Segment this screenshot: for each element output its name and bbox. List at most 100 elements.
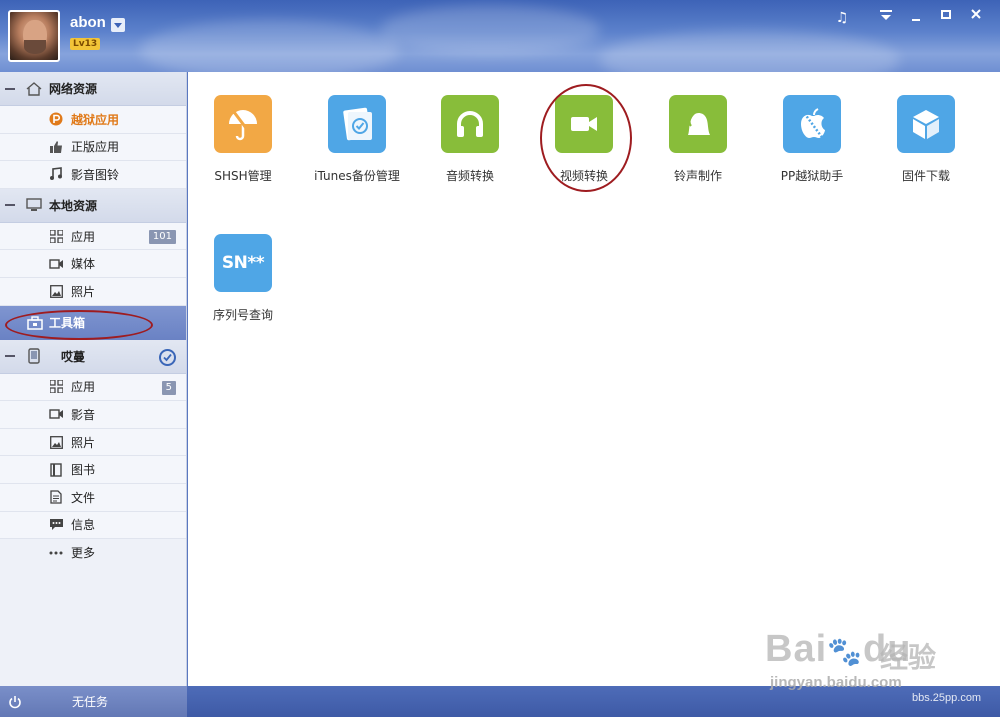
sidebar-item-label: 照片 xyxy=(71,284,96,299)
title-bar: abon Lv13 ♫ xyxy=(0,0,1000,72)
sidebar-item-device-more[interactable]: 更多 xyxy=(0,539,186,567)
collapse-icon[interactable] xyxy=(5,204,15,207)
level-badge: Lv13 xyxy=(70,38,101,50)
tool-label: 音频转换 xyxy=(445,169,494,183)
watermark-url: jingyan.baidu.com xyxy=(770,674,902,691)
user-dropdown-icon[interactable] xyxy=(111,18,125,32)
group-label: 本地资源 xyxy=(49,198,98,213)
tool-label: 序列号查询 xyxy=(212,308,273,322)
sidebar-item-official-apps[interactable]: 正版应用 xyxy=(0,133,186,162)
minimize-icon[interactable] xyxy=(906,8,926,28)
toolbox-icon xyxy=(27,315,43,330)
toolbox-panel: SHSH管理 iTunes备份管理 音频转换 视频转换 铃声制作 PP越狱助手 xyxy=(188,72,1000,686)
power-icon[interactable] xyxy=(8,695,22,709)
photo-icon xyxy=(48,284,64,298)
tool-itunes-backup[interactable]: iTunes备份管理 xyxy=(302,95,412,184)
message-icon xyxy=(48,518,64,532)
sidebar-item-label: 信息 xyxy=(71,518,96,533)
sidebar-item-label: 图书 xyxy=(71,463,96,478)
sidebar-item-device-books[interactable]: 图书 xyxy=(0,456,186,484)
video-camera-icon xyxy=(48,257,64,271)
sidebar-item-local-apps[interactable]: 应用 101 xyxy=(0,222,186,251)
serial-number-icon: SN** xyxy=(214,234,272,292)
tool-label: 铃声制作 xyxy=(673,169,722,183)
watermark-bbs: bbs.25pp.com xyxy=(912,692,982,704)
sidebar-item-label: 应用 xyxy=(71,380,96,395)
thumbs-up-icon xyxy=(48,140,64,154)
book-icon xyxy=(48,462,64,477)
sidebar-item-device-apps[interactable]: 应用 5 xyxy=(0,373,186,402)
collapse-icon[interactable] xyxy=(5,355,15,358)
sidebar-item-device-media[interactable]: 影音 xyxy=(0,401,186,429)
sidebar-item-label: 正版应用 xyxy=(71,140,120,155)
grid-icon xyxy=(48,229,64,243)
sidebar: 网络资源 越狱应用 正版应用 影音图铃 本地资源 应用 101 媒体 照片 工具… xyxy=(0,72,187,686)
group-network-resources[interactable]: 网络资源 xyxy=(0,72,186,106)
group-label: 网络资源 xyxy=(49,82,98,96)
sidebar-item-jailbreak-apps[interactable]: 越狱应用 xyxy=(0,106,186,134)
sidebar-item-device-photos[interactable]: 照片 xyxy=(0,428,186,457)
tool-label: SHSH管理 xyxy=(214,169,272,183)
tool-serial-lookup[interactable]: SN** 序列号查询 xyxy=(188,234,298,323)
music-icon[interactable]: ♫ xyxy=(832,8,852,28)
grid-icon xyxy=(48,380,64,394)
count-badge: 101 xyxy=(148,229,176,244)
sidebar-item-media-ringtones[interactable]: 影音图铃 xyxy=(0,161,186,189)
sidebar-item-label: 照片 xyxy=(71,435,96,450)
home-icon xyxy=(25,81,43,97)
connected-check-icon xyxy=(159,348,176,366)
tool-shsh-manager[interactable]: SHSH管理 xyxy=(188,95,298,184)
phone-icon xyxy=(25,348,43,364)
box-icon xyxy=(897,95,955,153)
tool-audio-convert[interactable]: 音频转换 xyxy=(415,95,525,184)
maximize-icon[interactable] xyxy=(936,8,956,28)
sidebar-item-label: 文件 xyxy=(71,490,96,505)
tool-label: 视频转换 xyxy=(559,169,608,183)
photo-icon xyxy=(48,435,64,449)
umbrella-icon xyxy=(214,95,272,153)
sidebar-item-label: 影音图铃 xyxy=(71,167,120,182)
task-status-bar[interactable]: 无任务 xyxy=(0,686,187,717)
avatar[interactable] xyxy=(8,10,60,62)
tool-label: 固件下载 xyxy=(901,169,950,183)
video-camera-icon xyxy=(555,95,613,153)
sidebar-item-label: 媒体 xyxy=(71,257,96,272)
pp-logo-icon xyxy=(48,112,64,126)
video-camera-icon xyxy=(48,407,64,421)
file-icon xyxy=(48,490,64,504)
count-badge: 5 xyxy=(161,380,176,395)
tool-firmware-download[interactable]: 固件下载 xyxy=(871,95,981,184)
menu-icon[interactable] xyxy=(876,8,896,28)
sidebar-item-label: 应用 xyxy=(71,229,96,244)
task-status-text: 无任务 xyxy=(72,695,109,709)
monitor-icon xyxy=(25,197,43,213)
sidebar-item-device-messages[interactable]: 信息 xyxy=(0,511,186,540)
tool-label: iTunes备份管理 xyxy=(314,169,400,183)
group-local-resources[interactable]: 本地资源 xyxy=(0,188,186,223)
close-icon[interactable] xyxy=(966,8,986,28)
username[interactable]: abon xyxy=(70,14,106,31)
sidebar-item-label: 工具箱 xyxy=(49,316,86,331)
music-note-icon xyxy=(48,167,64,181)
sidebar-item-label: 越狱应用 xyxy=(71,112,120,127)
tool-video-convert[interactable]: 视频转换 xyxy=(529,95,639,184)
device-name: 哎蔓 xyxy=(61,349,86,364)
more-dots-icon xyxy=(48,546,64,560)
sidebar-item-device-files[interactable]: 文件 xyxy=(0,483,186,512)
sidebar-item-toolbox[interactable]: 工具箱 xyxy=(0,305,186,340)
tool-pp-jailbreak-helper[interactable]: PP越狱助手 xyxy=(757,95,867,184)
tool-label: PP越狱助手 xyxy=(780,169,844,183)
headphones-icon xyxy=(441,95,499,153)
clipboard-check-icon xyxy=(328,95,386,153)
bell-icon xyxy=(669,95,727,153)
serial-tile-text: SN** xyxy=(221,253,265,273)
watermark-pp: PP助手 xyxy=(905,667,966,687)
sidebar-item-local-photos[interactable]: 照片 xyxy=(0,277,186,306)
zipper-apple-icon xyxy=(783,95,841,153)
sidebar-item-label: 更多 xyxy=(71,546,96,561)
sidebar-item-local-media[interactable]: 媒体 xyxy=(0,250,186,278)
collapse-icon[interactable] xyxy=(5,87,15,90)
group-device[interactable]: 哎蔓 xyxy=(0,339,186,374)
tool-ringtone-maker[interactable]: 铃声制作 xyxy=(643,95,753,184)
sidebar-item-label: 影音 xyxy=(71,407,96,422)
